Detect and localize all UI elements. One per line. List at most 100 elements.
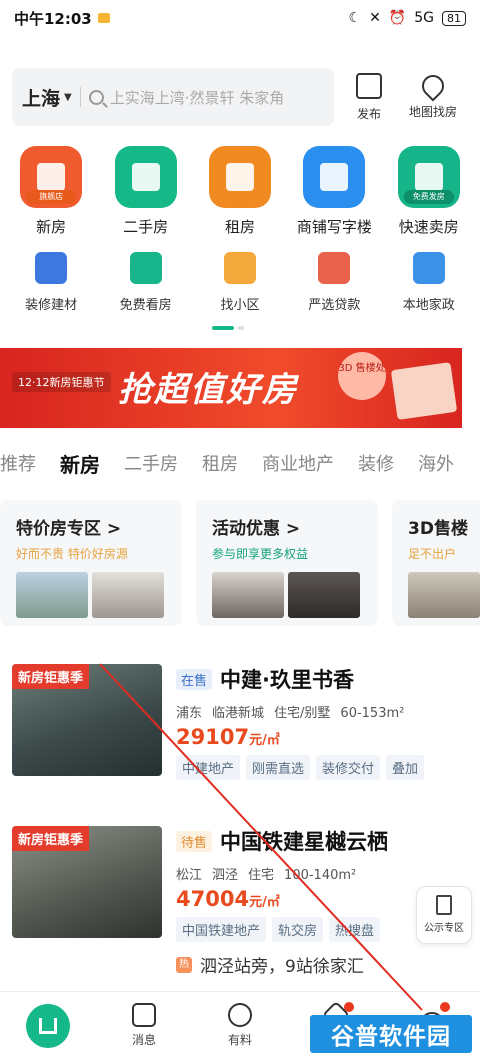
notification-icon xyxy=(97,13,110,23)
tab-second-hand[interactable]: 二手房 xyxy=(124,450,178,476)
card-activities[interactable]: 活动优惠 > 参与即享更多权益 xyxy=(196,500,378,626)
network-label: 5G xyxy=(414,10,434,26)
category-second-hand[interactable]: 二手房 xyxy=(100,146,192,237)
card-3d-sales[interactable]: 3D售楼 足不出户 xyxy=(392,500,480,626)
caret-down-icon[interactable]: ▼ xyxy=(64,92,72,103)
mute-icon: ✕ xyxy=(369,10,381,26)
listing-price: 29107元/㎡ xyxy=(176,725,280,749)
tab-commercial[interactable]: 商业地产 xyxy=(262,450,334,476)
tab-overseas[interactable]: 海外 xyxy=(418,450,454,476)
category-rent[interactable]: 租房 xyxy=(194,146,286,237)
building-icon xyxy=(223,252,256,284)
tab-new-house[interactable]: 新房 xyxy=(60,449,100,478)
new-house-icon: 旗舰店 xyxy=(20,146,83,208)
sub-label: 装修建材 xyxy=(25,298,78,313)
main-category-grid: 旗舰店 新房 二手房 租房 商铺写字楼 免费发房 快速卖房 xyxy=(0,146,480,237)
city-selector[interactable]: 上海 xyxy=(22,84,60,111)
banner-3d-badge: 3D 售楼处 xyxy=(338,352,386,400)
promo-banner[interactable]: 12·12新房钜惠节 抢超值好房 3D 售楼处 xyxy=(0,348,462,428)
watermark-logo: 谷普软件园 xyxy=(310,1015,472,1053)
card-image xyxy=(92,572,164,618)
listing-photo: 新房钜惠季 xyxy=(12,826,162,938)
nav-home[interactable] xyxy=(0,992,96,1059)
home-icon xyxy=(26,1003,70,1048)
publish-label: 发布 xyxy=(356,106,381,121)
card-special-price[interactable]: 特价房专区 > 好而不贵 特价好房源 xyxy=(0,500,182,626)
sub-label: 找小区 xyxy=(220,298,260,313)
category-label: 商铺写字楼 xyxy=(296,218,372,236)
search-input[interactable]: 上实海上湾·然景轩 朱家角 xyxy=(110,87,285,108)
listing-photo: 新房钜惠季 xyxy=(12,664,162,776)
card-subtitle: 足不出户 xyxy=(408,547,457,561)
tab-rent[interactable]: 租房 xyxy=(202,450,238,476)
category-tabs: 推荐 新房 二手房 租房 商业地产 装修 海外 xyxy=(0,448,480,478)
shop-icon xyxy=(303,146,366,208)
status-badge: 在售 xyxy=(176,668,213,690)
message-icon xyxy=(132,1003,156,1027)
quick-sell-icon: 免费发房 xyxy=(397,146,460,208)
flagship-tag: 旗舰店 xyxy=(26,190,77,204)
card-image xyxy=(408,572,480,618)
sub-free-viewing[interactable]: 免费看房 xyxy=(100,252,192,313)
category-commercial[interactable]: 商铺写字楼 xyxy=(288,146,380,237)
public-notice-button[interactable]: 公示专区 xyxy=(416,886,472,944)
sub-category-grid: 装修建材 免费看房 找小区 严选贷款 本地家政 xyxy=(0,252,480,313)
sub-find-community[interactable]: 找小区 xyxy=(194,252,286,313)
category-new-house[interactable]: 旗舰店 新房 xyxy=(5,146,97,237)
search-box[interactable]: 上海 ▼ 上实海上湾·然景轩 朱家角 xyxy=(12,68,334,126)
card-subtitle: 参与即享更多权益 xyxy=(212,547,309,561)
page-indicator xyxy=(212,326,244,330)
status-bar: 中午12:03 ☾ ✕ ⏰ 5G 81 xyxy=(0,0,480,36)
nav-messages[interactable]: 消息 xyxy=(96,992,192,1059)
second-hand-house-icon xyxy=(114,146,177,208)
tab-recommend[interactable]: 推荐 xyxy=(0,450,36,476)
nav-label: 有料 xyxy=(227,1033,252,1047)
map-pin-icon xyxy=(417,69,449,102)
category-label: 二手房 xyxy=(123,218,169,236)
notification-dot xyxy=(440,1002,450,1012)
promo-text: 泗泾站旁，9站徐家汇 xyxy=(200,957,364,977)
card-image xyxy=(212,572,284,618)
sub-loan[interactable]: 严选贷款 xyxy=(288,252,380,313)
search-icon xyxy=(88,89,104,105)
publish-button[interactable]: 发布 xyxy=(340,72,398,122)
banner-subtitle: 12·12新房钜惠节 xyxy=(12,372,111,392)
nav-label: 消息 xyxy=(131,1033,156,1047)
tab-decoration[interactable]: 装修 xyxy=(358,450,394,476)
gift-box-icon xyxy=(390,362,458,420)
listing-ribbon: 新房钜惠季 xyxy=(12,826,90,851)
sub-housekeeping[interactable]: 本地家政 xyxy=(383,252,475,313)
sub-label: 本地家政 xyxy=(402,298,455,313)
sub-label: 免费看房 xyxy=(119,298,172,313)
listing-tags: 中建地产 刚需直选 装修交付 叠加 xyxy=(176,755,476,780)
hot-icon: 热 xyxy=(176,956,192,973)
map-search-button[interactable]: 地图找房 xyxy=(404,69,462,120)
card-image xyxy=(288,572,360,618)
map-search-label: 地图找房 xyxy=(408,104,457,119)
category-quick-sell[interactable]: 免费发房 快速卖房 xyxy=(383,146,475,237)
listing-name: 中建·玖里书香 xyxy=(220,668,354,692)
document-icon xyxy=(436,895,452,915)
search-row: 上海 ▼ 上实海上湾·然景轩 朱家角 发布 地图找房 xyxy=(12,66,468,128)
status-badge: 待售 xyxy=(176,830,213,852)
edit-icon xyxy=(356,72,382,99)
promo-line: 热 泗泾站旁，9站徐家汇 xyxy=(176,952,364,977)
location-person-icon xyxy=(412,252,445,284)
divider xyxy=(79,87,81,107)
sub-decoration[interactable]: 装修建材 xyxy=(5,252,97,313)
listing-item[interactable]: 新房钜惠季 待售 中国铁建星樾云栖 松江 泗泾 住宅 100-140m² 47004元… xyxy=(12,826,472,942)
status-indicators: ☾ ✕ ⏰ 5G 81 xyxy=(349,10,466,26)
category-label: 租房 xyxy=(224,218,255,236)
target-icon xyxy=(228,1003,252,1027)
free-post-tag: 免费发房 xyxy=(403,190,454,204)
listing-item[interactable]: 新房钜惠季 在售 中建·玖里书香 浦东 临港新城 住宅/别墅 60-153m² 291… xyxy=(12,664,472,780)
listing-meta: 松江 泗泾 住宅 100-140m² xyxy=(176,868,357,883)
card-subtitle: 好而不贵 特价好房源 xyxy=(16,547,128,561)
status-time: 中午12:03 xyxy=(14,9,92,28)
feature-cards: 特价房专区 > 好而不贵 特价好房源 活动优惠 > 参与即享更多权益 3D售楼 … xyxy=(0,500,480,626)
listing-ribbon: 新房钜惠季 xyxy=(12,664,90,689)
nav-content[interactable]: 有料 xyxy=(192,992,288,1059)
suitcase-icon xyxy=(208,146,271,208)
sub-label: 严选贷款 xyxy=(308,298,361,313)
money-bag-icon xyxy=(318,252,351,284)
